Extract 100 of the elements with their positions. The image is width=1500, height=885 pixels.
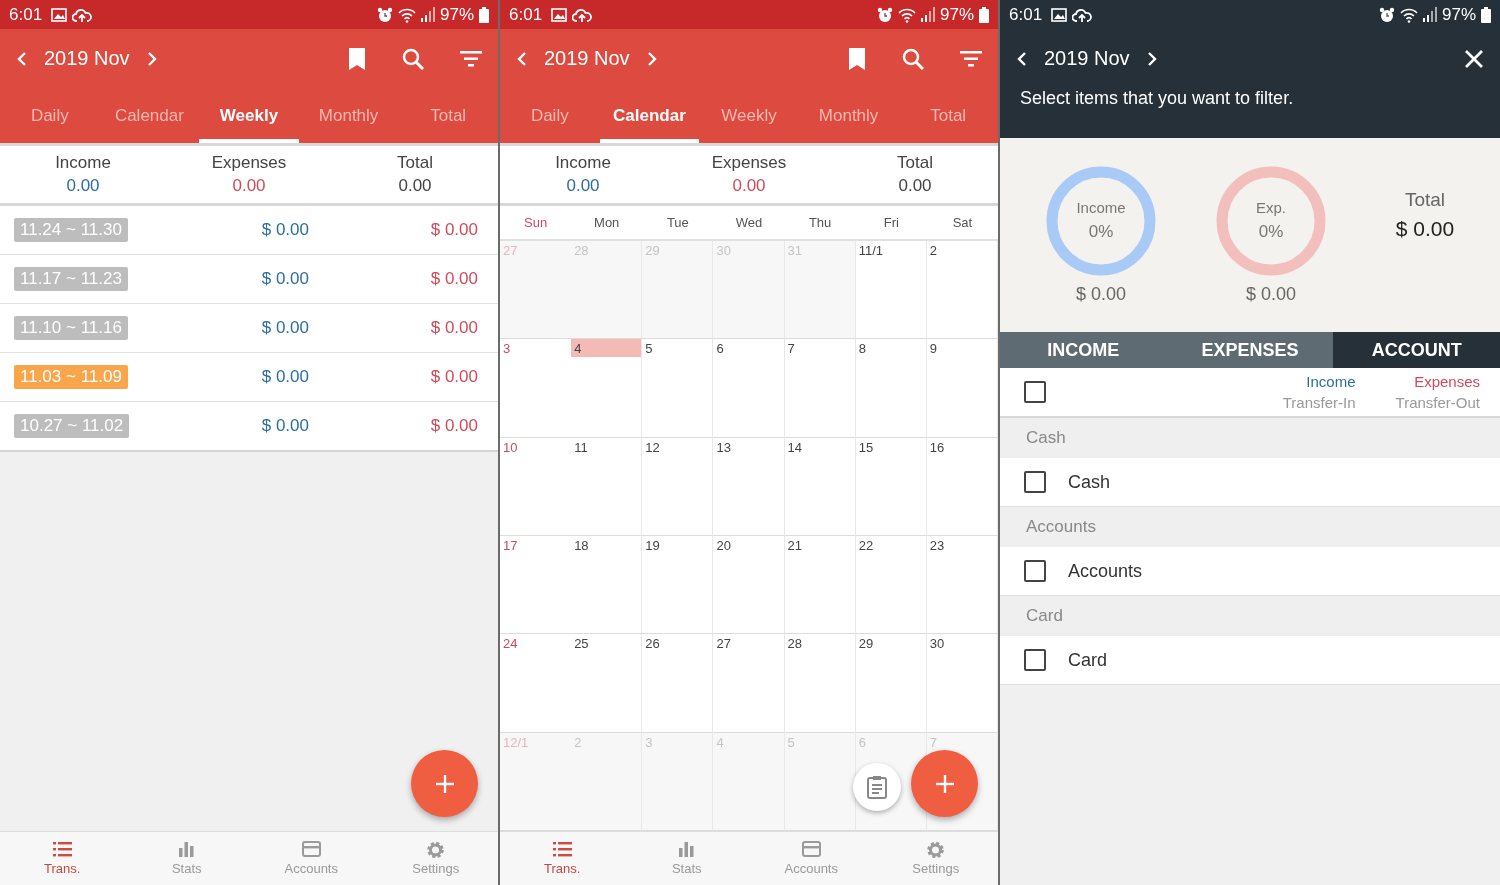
day-number[interactable]: 13 bbox=[713, 437, 734, 456]
account-row[interactable]: Accounts bbox=[1000, 547, 1500, 596]
nav-item[interactable]: Stats bbox=[624, 832, 749, 885]
cloud-upload-icon bbox=[572, 6, 593, 23]
checkbox[interactable] bbox=[1024, 649, 1046, 671]
income-amount: $ 0.00 bbox=[260, 318, 310, 338]
day-number[interactable]: 20 bbox=[713, 536, 734, 554]
bar-chart-icon bbox=[177, 841, 197, 858]
week-row[interactable]: 10.27 ~ 11.02 $ 0.00 $ 0.00 bbox=[0, 402, 498, 450]
week-row[interactable]: 11.24 ~ 11.30 $ 0.00 $ 0.00 bbox=[0, 206, 498, 255]
signal-icon bbox=[420, 7, 435, 22]
account-label: Card bbox=[1068, 649, 1107, 671]
day-number[interactable]: 18 bbox=[571, 536, 592, 554]
day-number[interactable]: 10 bbox=[500, 437, 521, 456]
total-label: Total bbox=[1404, 189, 1446, 211]
day-number[interactable]: 27 bbox=[713, 634, 734, 653]
filter-tab[interactable]: EXPENSES bbox=[1166, 332, 1334, 368]
date-range-label: 10.27 ~ 11.02 bbox=[14, 414, 130, 438]
wifi-icon bbox=[1399, 6, 1418, 23]
day-number[interactable]: 7 bbox=[784, 339, 798, 358]
date-range-label: 11.24 ~ 11.30 bbox=[14, 218, 128, 242]
summary-value: 0.00 bbox=[66, 176, 100, 196]
day-number[interactable]: 11/1 bbox=[855, 241, 887, 259]
summary-label: Income bbox=[55, 153, 111, 173]
checkbox[interactable] bbox=[1024, 381, 1046, 403]
nav-item[interactable]: Settings bbox=[373, 832, 498, 885]
filter-icon[interactable] bbox=[960, 50, 982, 67]
image-icon bbox=[551, 7, 568, 22]
week-row[interactable]: 11.03 ~ 11.09 $ 0.00 $ 0.00 bbox=[0, 353, 498, 402]
day-number[interactable]: 6 bbox=[713, 339, 727, 358]
day-number[interactable]: 26 bbox=[642, 634, 663, 653]
day-number[interactable]: 5 bbox=[642, 339, 656, 358]
filter-tab[interactable]: ACCOUNT bbox=[1333, 332, 1500, 368]
nav-item[interactable]: Trans. bbox=[500, 832, 625, 885]
week-row[interactable]: 11.17 ~ 11.23 $ 0.00 $ 0.00 bbox=[0, 255, 498, 304]
week-row[interactable]: 11.10 ~ 11.16 $ 0.00 $ 0.00 bbox=[0, 304, 498, 353]
day-number[interactable]: 29 bbox=[855, 634, 877, 653]
settings-icon bbox=[426, 841, 446, 858]
nav-item[interactable]: Settings bbox=[873, 832, 998, 885]
day-number[interactable]: 28 bbox=[784, 634, 806, 653]
battery-icon bbox=[479, 6, 489, 23]
ring-label: Income bbox=[1076, 199, 1126, 216]
add-button[interactable] bbox=[411, 750, 478, 817]
day-number[interactable]: 9 bbox=[926, 339, 941, 358]
battery-percent: 97% bbox=[939, 4, 974, 25]
day-number[interactable]: 19 bbox=[642, 536, 663, 554]
day-number[interactable]: 24 bbox=[500, 634, 521, 653]
filter-tab[interactable]: INCOME bbox=[1000, 332, 1167, 368]
bookmark-icon[interactable] bbox=[348, 46, 366, 71]
bookmark-icon[interactable] bbox=[848, 46, 866, 71]
day-number[interactable]: 25 bbox=[571, 634, 592, 653]
ring-label: Exp. bbox=[1256, 199, 1286, 216]
close-icon[interactable] bbox=[1464, 48, 1484, 69]
day-number[interactable]: 11 bbox=[571, 437, 591, 456]
month-title: 2019 Nov bbox=[544, 47, 630, 70]
day-number[interactable]: 21 bbox=[784, 536, 806, 554]
chevron-right-icon[interactable] bbox=[1145, 49, 1158, 68]
search-icon[interactable] bbox=[402, 47, 424, 70]
day-number[interactable]: 12 bbox=[642, 437, 663, 456]
day-number[interactable]: 30 bbox=[926, 634, 948, 653]
alarm-icon bbox=[1378, 7, 1395, 22]
alarm-icon bbox=[376, 7, 393, 22]
day-number[interactable]: 17 bbox=[500, 536, 521, 554]
chevron-left-icon[interactable] bbox=[1016, 49, 1028, 68]
day-number[interactable]: 3 bbox=[500, 339, 514, 358]
summary-label: Total bbox=[397, 153, 433, 173]
clipboard-icon bbox=[866, 775, 888, 799]
day-number[interactable]: 15 bbox=[855, 437, 877, 456]
date-range-label: 11.10 ~ 11.16 bbox=[14, 316, 128, 340]
day-number[interactable]: 4 bbox=[571, 339, 642, 358]
summary-label: Expenses bbox=[211, 153, 287, 173]
nav-item[interactable]: Trans. bbox=[0, 832, 125, 885]
checkbox[interactable] bbox=[1024, 471, 1046, 493]
account-row[interactable]: Cash bbox=[1000, 458, 1500, 507]
day-number[interactable]: 22 bbox=[855, 536, 877, 554]
day-number[interactable]: 14 bbox=[784, 437, 806, 456]
day-number[interactable]: 16 bbox=[926, 437, 948, 456]
filter-instruction: Select items that you want to filter. bbox=[1020, 88, 1294, 109]
battery-percent: 97% bbox=[439, 4, 474, 25]
date-range-label: 11.03 ~ 11.09 bbox=[14, 365, 128, 389]
account-row[interactable]: Card bbox=[1000, 636, 1500, 685]
account-label: Accounts bbox=[1068, 560, 1143, 582]
day-number[interactable]: 23 bbox=[926, 536, 948, 554]
income-amount: $ 0.00 bbox=[260, 416, 310, 436]
day-number[interactable]: 2 bbox=[926, 241, 941, 259]
card-icon bbox=[301, 841, 321, 858]
summary-value: 0.00 bbox=[398, 176, 432, 196]
ring-amount: $ 0.00 bbox=[1245, 283, 1296, 305]
search-icon[interactable] bbox=[902, 47, 924, 70]
column-title: Expenses bbox=[1414, 373, 1480, 390]
plus-icon bbox=[934, 773, 955, 794]
signal-icon bbox=[1422, 7, 1437, 22]
status-time: 6:01 bbox=[9, 4, 43, 25]
day-number[interactable]: 8 bbox=[855, 339, 869, 358]
nav-item[interactable]: Stats bbox=[124, 832, 249, 885]
filter-icon[interactable] bbox=[460, 50, 482, 67]
checkbox[interactable] bbox=[1024, 560, 1046, 582]
image-icon bbox=[51, 7, 68, 22]
summary-value: 0.00 bbox=[566, 176, 600, 196]
column-subtitle: Transfer-In bbox=[1282, 394, 1356, 411]
